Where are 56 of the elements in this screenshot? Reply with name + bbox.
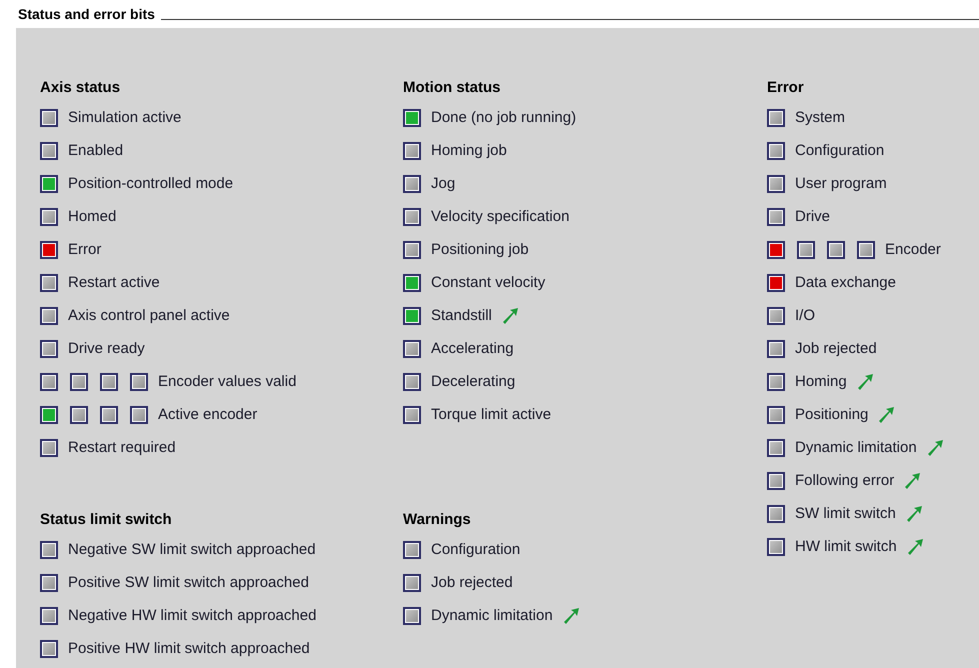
status-label: HW limit switch <box>795 538 897 555</box>
section-title: Status and error bits <box>18 6 155 22</box>
status-label: Error <box>68 241 102 258</box>
status-label: Decelerating <box>431 373 516 390</box>
arrow-icon[interactable] <box>906 538 924 555</box>
group-heading: Axis status <box>40 78 120 98</box>
status-label: Homing job <box>431 142 507 159</box>
status-label: Following error <box>795 472 894 489</box>
group-heading: Warnings <box>403 510 471 530</box>
status-label: Configuration <box>795 142 884 159</box>
status-label: Configuration <box>431 541 520 558</box>
status-label: Positive SW limit switch approached <box>68 574 309 591</box>
status-label: Data exchange <box>795 274 896 291</box>
status-label: Simulation active <box>68 109 182 126</box>
status-label: Torque limit active <box>431 406 552 423</box>
group-heading: Status limit switch <box>40 510 172 530</box>
arrow-icon[interactable] <box>878 406 896 423</box>
status-label: Accelerating <box>431 340 514 357</box>
status-label: Dynamic limitation <box>795 439 917 456</box>
status-label: Dynamic limitation <box>431 607 553 624</box>
status-label: Job rejected <box>431 574 513 591</box>
status-label: Axis control panel active <box>68 307 230 324</box>
arrow-icon[interactable] <box>562 607 580 624</box>
status-label: User program <box>795 175 887 192</box>
status-label: Positioning <box>795 406 868 423</box>
status-label: Homed <box>68 208 116 225</box>
status-label: Velocity specification <box>431 208 570 225</box>
status-label: Positive HW limit switch approached <box>68 640 310 657</box>
status-label: Drive <box>795 208 830 225</box>
status-label: Active encoder <box>158 406 258 423</box>
group-heading: Motion status <box>403 78 500 98</box>
arrow-icon[interactable] <box>502 307 519 324</box>
status-label: Positioning job <box>431 241 529 258</box>
arrow-icon[interactable] <box>906 505 923 522</box>
status-label: Homing <box>795 373 847 390</box>
status-label: Restart active <box>68 274 160 291</box>
status-label: Job rejected <box>795 340 877 357</box>
status-label: Encoder values valid <box>158 373 296 390</box>
status-label: Done (no job running) <box>431 109 576 126</box>
status-label: Negative HW limit switch approached <box>68 607 316 624</box>
status-label: Restart required <box>68 439 176 456</box>
status-label: Negative SW limit switch approached <box>68 541 316 558</box>
status-label: Position-controlled mode <box>68 175 234 192</box>
arrow-icon[interactable] <box>856 373 874 390</box>
status-label: Enabled <box>68 142 124 159</box>
status-label: Encoder <box>885 241 941 258</box>
arrow-icon[interactable] <box>926 439 944 456</box>
status-label: Drive ready <box>68 340 145 357</box>
arrow-icon[interactable] <box>904 472 922 489</box>
status-label: System <box>795 109 846 126</box>
status-label: Standstill <box>431 307 492 324</box>
status-label: SW limit switch <box>795 505 896 522</box>
group-heading: Error <box>767 78 804 98</box>
status-label: I/O <box>795 307 816 324</box>
status-label: Jog <box>431 175 456 192</box>
status-label: Constant velocity <box>431 274 546 291</box>
